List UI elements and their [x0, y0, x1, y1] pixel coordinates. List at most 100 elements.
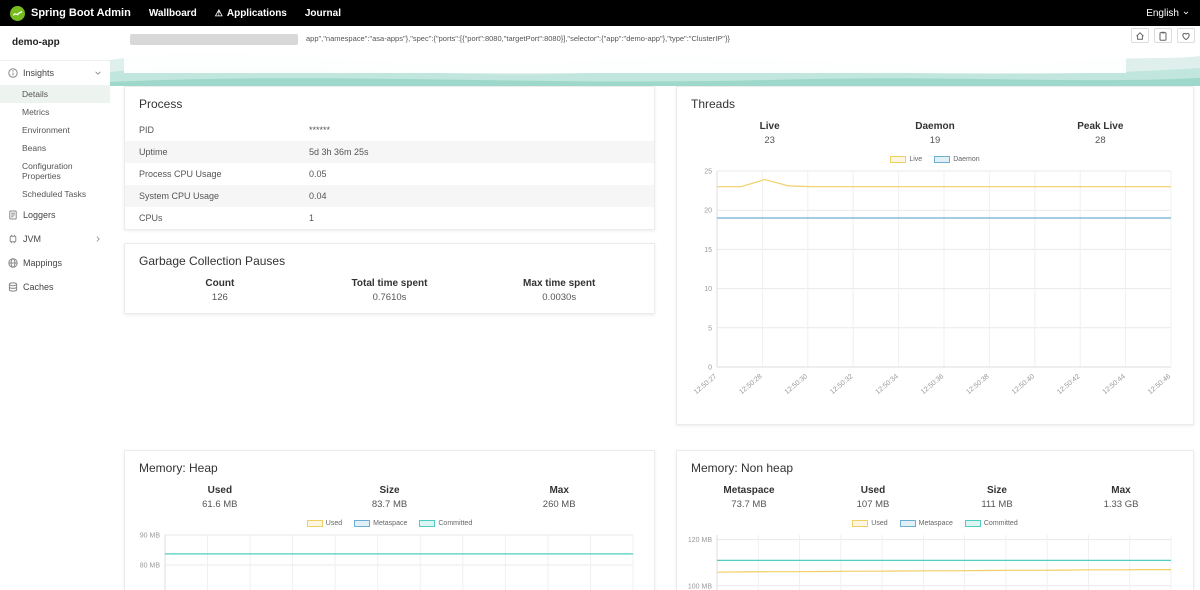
stat: Max 1.33 GB [1059, 485, 1183, 510]
stat-value: 83.7 MB [305, 499, 475, 510]
sidebar-item-environment[interactable]: Environment [0, 121, 110, 139]
language-selector[interactable]: English [1146, 8, 1190, 19]
favorite-heart-button[interactable] [1177, 28, 1195, 43]
instance-json-text: app","namespace":"asa-apps"},"spec":{"po… [306, 33, 906, 69]
document-icon [8, 210, 18, 220]
table-row: System CPU Usage 0.04 [125, 185, 654, 207]
panel-title: Process [125, 87, 654, 119]
legend-item[interactable]: Committed [965, 520, 1018, 527]
legend-item[interactable]: Metaspace [354, 520, 407, 527]
sidebar-item-loggers[interactable]: Loggers [0, 203, 110, 227]
stat-label: Total time spent [305, 278, 475, 289]
stat-label: Used [135, 485, 305, 496]
heap-chart: 50 MB60 MB70 MB80 MB90 MB [125, 529, 654, 590]
panel-title: Memory: Heap [125, 451, 654, 483]
svg-text:90 MB: 90 MB [140, 533, 161, 540]
nav-item-journal[interactable]: Journal [305, 8, 341, 19]
nav-item-wallboard[interactable]: Wallboard [149, 8, 197, 19]
memory-nonheap-panel: Memory: Non heap Metaspace 73.7 MB Used … [676, 450, 1194, 590]
stat-value: 111 MB [935, 499, 1059, 510]
sidebar-mappings-label: Mappings [23, 258, 102, 268]
clipboard-button[interactable] [1154, 28, 1172, 43]
svg-text:12:50:32: 12:50:32 [829, 373, 854, 396]
svg-text:0: 0 [708, 365, 712, 372]
sidebar-item-beans[interactable]: Beans [0, 139, 110, 157]
svg-text:12:50:44: 12:50:44 [1102, 373, 1127, 396]
stat: Daemon 19 [852, 121, 1017, 146]
legend-item[interactable]: Daemon [934, 156, 979, 163]
table-row: Process CPU Usage 0.05 [125, 163, 654, 185]
legend-item[interactable]: Committed [419, 520, 472, 527]
svg-text:10: 10 [704, 286, 712, 293]
svg-text:12:50:46: 12:50:46 [1147, 373, 1172, 396]
home-button[interactable] [1131, 28, 1149, 43]
row-label: CPUs [139, 213, 309, 223]
svg-text:80 MB: 80 MB [140, 563, 161, 570]
sidebar-item-insights[interactable]: Insights [0, 61, 110, 85]
sidebar-item-metrics[interactable]: Metrics [0, 103, 110, 121]
sidebar-item-mappings[interactable]: Mappings [0, 251, 110, 275]
svg-text:100 MB: 100 MB [688, 583, 712, 590]
sidebar-item-scheduled-tasks[interactable]: Scheduled Tasks [0, 185, 110, 203]
stat-value: 260 MB [474, 499, 644, 510]
brand-home-link[interactable]: Spring Boot Admin [10, 6, 131, 21]
legend-swatch [900, 520, 916, 527]
row-label: Uptime [139, 147, 309, 157]
svg-text:12:50:34: 12:50:34 [875, 373, 900, 396]
nav-item-applications[interactable]: ⚠ Applications [215, 8, 287, 19]
legend-item[interactable]: Live [890, 156, 922, 163]
panel-title: Garbage Collection Pauses [125, 244, 654, 276]
sidebar-item-configuration-properties[interactable]: Configuration Properties [0, 157, 110, 185]
svg-text:12:50:27: 12:50:27 [693, 373, 718, 396]
globe-icon [8, 258, 18, 268]
stat-label: Metaspace [687, 485, 811, 496]
stat-label: Live [687, 121, 852, 132]
gc-pauses-panel: Garbage Collection Pauses Count 126 Tota… [124, 243, 655, 314]
app-name: demo-app [0, 26, 110, 61]
threads-chart: 051015202512:50:2712:50:2812:50:3012:50:… [677, 165, 1193, 424]
sidebar-item-jvm[interactable]: JVM [0, 227, 110, 251]
svg-text:20: 20 [704, 208, 712, 215]
stat: Used 61.6 MB [135, 485, 305, 510]
legend-item[interactable]: Used [307, 520, 342, 527]
sidebar-item-caches[interactable]: Caches [0, 275, 110, 299]
stat-value: 0.7610s [305, 292, 475, 303]
stat-value: 1.33 GB [1059, 499, 1183, 510]
stat-label: Daemon [852, 121, 1017, 132]
stat-value: 23 [687, 135, 852, 146]
chip-icon [8, 234, 18, 244]
svg-text:12:50:36: 12:50:36 [920, 373, 945, 396]
stat-label: Used [811, 485, 935, 496]
sidebar-caches-label: Caches [23, 282, 102, 292]
sidebar-jvm-label: JVM [23, 234, 89, 244]
gc-stats: Count 126 Total time spent 0.7610s Max t… [125, 276, 654, 313]
process-panel: Process PID ****** Uptime 5d 3h 36m 25s … [124, 86, 655, 230]
threads-legend: Live Daemon [677, 156, 1193, 165]
instance-actions [1131, 28, 1195, 43]
chevron-right-icon [94, 235, 102, 243]
row-label: System CPU Usage [139, 191, 309, 201]
table-row: PID ****** [125, 119, 654, 141]
svg-text:12:50:30: 12:50:30 [784, 373, 809, 396]
nav-applications-label: Applications [227, 8, 287, 19]
database-icon [8, 282, 18, 292]
legend-swatch [934, 156, 950, 163]
stat: Used 107 MB [811, 485, 935, 510]
stat: Peak Live 28 [1018, 121, 1183, 146]
stat-value: 107 MB [811, 499, 935, 510]
sidebar-insights-label: Insights [23, 68, 89, 78]
row-value: 0.04 [309, 191, 327, 201]
nonheap-legend: Used Metaspace Committed [677, 520, 1193, 529]
sidebar-loggers-label: Loggers [23, 210, 102, 220]
svg-text:12:50:38: 12:50:38 [965, 373, 990, 396]
process-table: PID ****** Uptime 5d 3h 36m 25s Process … [125, 119, 654, 229]
sidebar: demo-app Insights Details Metrics Enviro… [0, 26, 110, 590]
stat-label: Size [935, 485, 1059, 496]
svg-text:12:50:42: 12:50:42 [1056, 373, 1081, 396]
legend-item[interactable]: Metaspace [900, 520, 953, 527]
stat-label: Count [135, 278, 305, 289]
legend-swatch [852, 520, 868, 527]
threads-panel: Threads Live 23 Daemon 19 Peak Live 28 [676, 86, 1194, 425]
sidebar-item-details[interactable]: Details [0, 85, 110, 103]
legend-item[interactable]: Used [852, 520, 887, 527]
